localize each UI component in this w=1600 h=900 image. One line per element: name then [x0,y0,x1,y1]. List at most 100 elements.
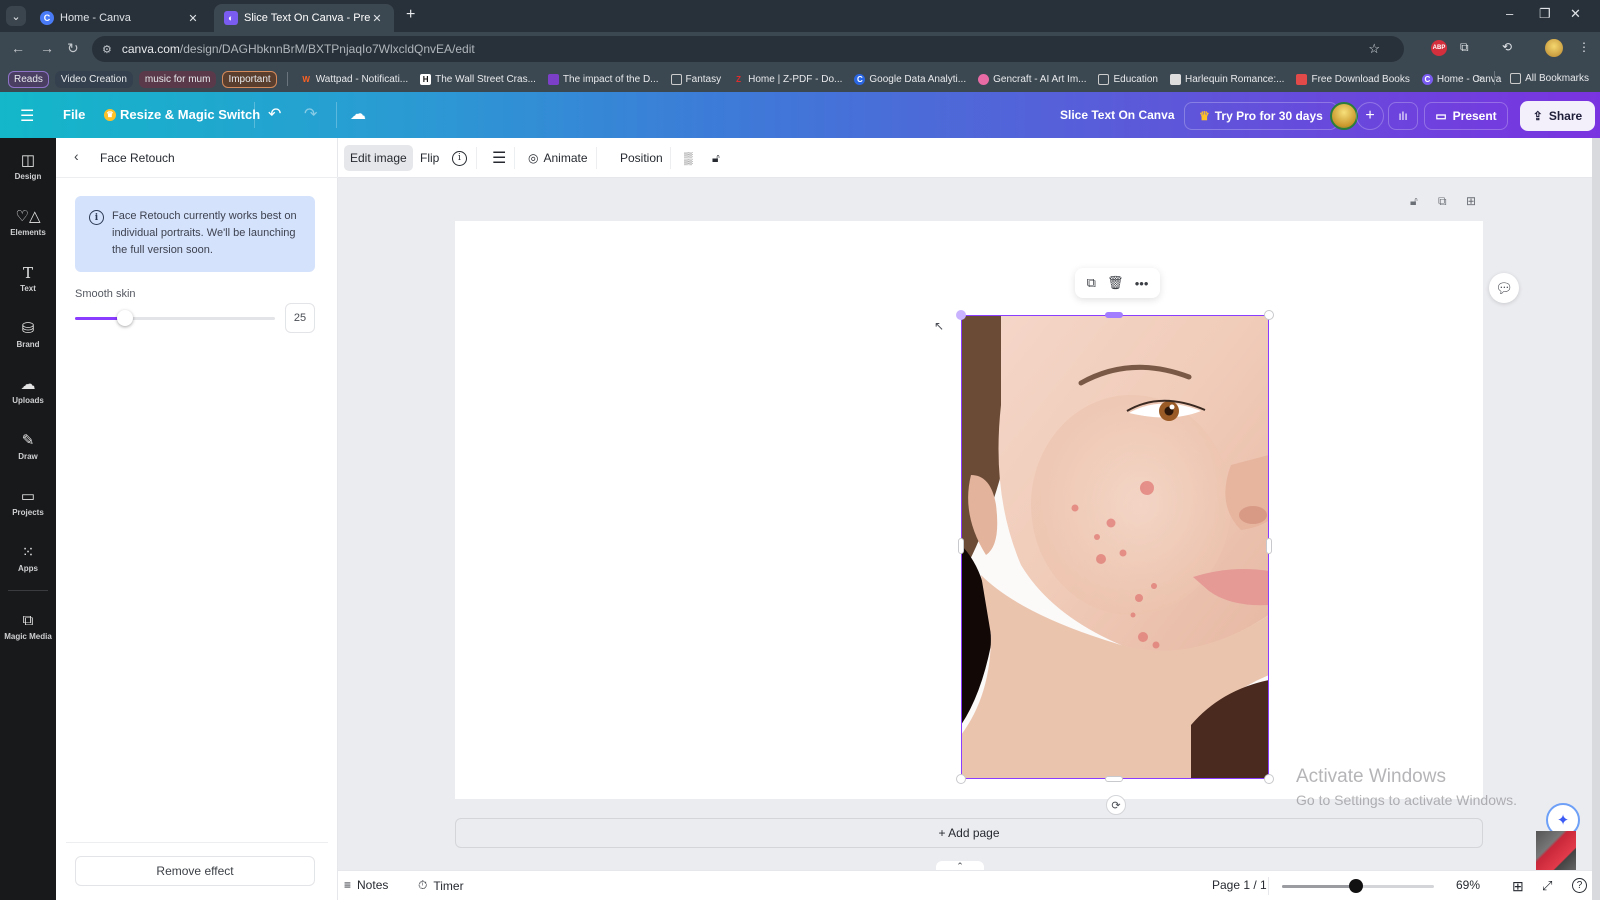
rail-draw[interactable]: ✎ Draw [0,432,56,461]
profile-button[interactable] [1545,39,1563,57]
rail-uploads[interactable]: ☁ Uploads [0,376,56,405]
bookmark-harlequin[interactable]: Harlequin Romance:... [1167,73,1288,85]
page-indicator[interactable]: Page 1 / 1 [1212,878,1267,892]
remove-effect-button[interactable]: Remove effect [75,856,315,886]
close-window-button[interactable]: ✕ [1570,6,1581,22]
back-chevron-icon[interactable]: ‹ [74,148,79,164]
rail-design[interactable]: ◫ Design [0,152,56,181]
resize-handle-bottom[interactable] [1105,776,1123,782]
bookmark-zpdf[interactable]: Z Home | Z-PDF - Do... [730,74,845,85]
tab-home-canva[interactable]: C Home - Canva ✕ [30,4,210,32]
bookmarks-overflow-button[interactable]: » [1477,73,1483,84]
history-icon[interactable]: ⟲ [1502,40,1512,54]
new-tab-button[interactable]: + [406,6,415,24]
zoom-slider[interactable] [1282,879,1434,893]
resize-handle-bottom-left[interactable] [956,774,966,784]
add-comment-icon[interactable]: 💬︎ [1489,273,1519,303]
duplicate-page-icon[interactable]: ⧉ [1438,194,1447,209]
restore-button[interactable]: ❐ [1539,6,1551,22]
animate-button[interactable]: ◎ Animate [528,145,588,171]
rail-brand[interactable]: ⛁ Brand [0,320,56,349]
close-tab-icon[interactable]: ✕ [370,12,384,25]
flip-button[interactable]: Flip [420,145,439,171]
duplicate-icon[interactable]: ⧉ [1087,275,1096,291]
zoom-slider-thumb[interactable] [1349,879,1364,893]
page-scrollbar[interactable] [1592,138,1600,900]
slider-thumb[interactable] [117,310,133,326]
add-page-icon[interactable]: ⊞ [1466,194,1476,208]
rail-text[interactable]: T Text [0,264,56,293]
resize-handle-right[interactable] [1266,538,1272,554]
smooth-skin-slider[interactable] [75,310,275,326]
bookmark-impact[interactable]: The impact of the D... [545,73,662,85]
bookmark-group-music-for-mum[interactable]: music for mum [138,70,217,88]
resize-handle-top-right[interactable] [1264,310,1274,320]
timer-button[interactable]: ⏱︎ Timer [418,878,464,893]
user-avatar[interactable] [1330,102,1358,130]
rail-projects[interactable]: ▭ Projects [0,488,56,517]
rail-elements[interactable]: ♡△ Elements [0,208,56,237]
design-page[interactable]: ⧉ 🗑︎ ••• ⟳ ↖ [455,221,1483,815]
grid-view-icon[interactable]: ⊞ [1512,878,1524,895]
forward-button[interactable]: → [40,40,54,56]
insights-button[interactable]: ılı [1388,102,1418,130]
bookmark-star-icon[interactable]: ☆ [1368,41,1380,57]
bookmark-google-data[interactable]: C Google Data Analyti... [851,73,969,85]
bookmark-wattpad[interactable]: W Wattpad - Notificati... [298,74,411,85]
extensions-icon[interactable]: ⧉ [1460,40,1469,55]
bookmark-group-reads[interactable]: Reads [8,70,49,88]
close-tab-icon[interactable]: ✕ [186,12,200,25]
url-bar[interactable]: ⚙ canva.com/design/DAGHbknnBrM/BXTPnjaqI… [92,36,1404,62]
image-info-button[interactable]: i [452,145,467,171]
help-button[interactable]: ? [1572,878,1587,893]
trash-icon[interactable]: 🗑︎ [1107,275,1124,291]
border-style-icon[interactable]: ☰ [492,145,506,171]
bookmark-free-books[interactable]: Free Download Books [1293,73,1412,85]
all-bookmarks-button[interactable]: All Bookmarks [1507,72,1592,84]
lock-icon[interactable]: 🔓︎ [712,145,720,171]
notes-button[interactable]: ≡ Notes [344,878,388,892]
bookmark-group-important[interactable]: Important [222,70,277,88]
bookmark-education[interactable]: Education [1095,73,1160,85]
site-info-icon[interactable]: ⚙ [102,43,112,56]
rotate-handle-icon[interactable]: ⟳ [1106,795,1126,815]
share-button[interactable]: ⇪ Share [1520,101,1595,131]
bookmark-group-video-creation[interactable]: Video Creation [54,70,133,88]
resize-magic-switch-button[interactable]: ♛ Resize & Magic Switch [104,107,260,122]
browser-menu-icon[interactable]: ⋮ [1578,40,1590,54]
bookmark-gencraft[interactable]: Gencraft - AI Art Im... [975,73,1089,85]
resize-handle-bottom-right[interactable] [1264,774,1274,784]
bookmark-wall-street[interactable]: H The Wall Street Cras... [417,73,539,85]
undo-icon[interactable]: ↶ [268,104,281,124]
back-button[interactable]: ← [11,40,25,56]
present-button[interactable]: ▭ Present [1424,102,1508,130]
fullscreen-icon[interactable]: ⤢ [1542,878,1552,894]
lock-page-icon[interactable]: 🔓︎ [1410,194,1418,209]
adblock-extension[interactable]: ABP [1431,40,1447,56]
tab-slice-text[interactable]: ◐ Slice Text On Canva - Presentati ✕ [214,4,394,32]
document-title[interactable]: Slice Text On Canva [1060,108,1175,122]
resize-handle-left[interactable] [958,538,964,554]
portrait-image[interactable] [961,315,1269,779]
edit-image-button[interactable]: Edit image [344,145,413,171]
tab-search-button[interactable]: ⌄ [6,6,26,26]
file-menu-button[interactable]: File [63,107,85,122]
main-menu-icon[interactable]: ☰ [20,106,34,126]
bookmark-fantasy[interactable]: Fantasy [668,73,725,85]
rail-apps[interactable]: ⁙ Apps [0,544,56,573]
resize-handle-top-left[interactable] [956,310,966,320]
reload-button[interactable]: ↻ [67,40,79,57]
redo-icon[interactable]: ↷ [304,104,317,124]
transparency-icon[interactable]: ▒ [684,145,693,171]
position-button[interactable]: Position [620,145,663,171]
cloud-save-icon[interactable]: ☁ [350,104,366,124]
invite-plus-button[interactable]: + [1356,102,1384,130]
zoom-percentage[interactable]: 69% [1456,878,1480,892]
add-page-button[interactable]: + Add page [455,818,1483,848]
try-pro-button[interactable]: ♛ Try Pro for 30 days [1184,102,1338,130]
resize-handle-top[interactable] [1105,312,1123,318]
smooth-skin-value-input[interactable]: 25 [285,303,315,333]
rail-magic-media[interactable]: ⧉ Magic Media [0,612,56,641]
more-options-icon[interactable]: ••• [1135,276,1149,291]
minimize-button[interactable]: – [1506,6,1513,21]
